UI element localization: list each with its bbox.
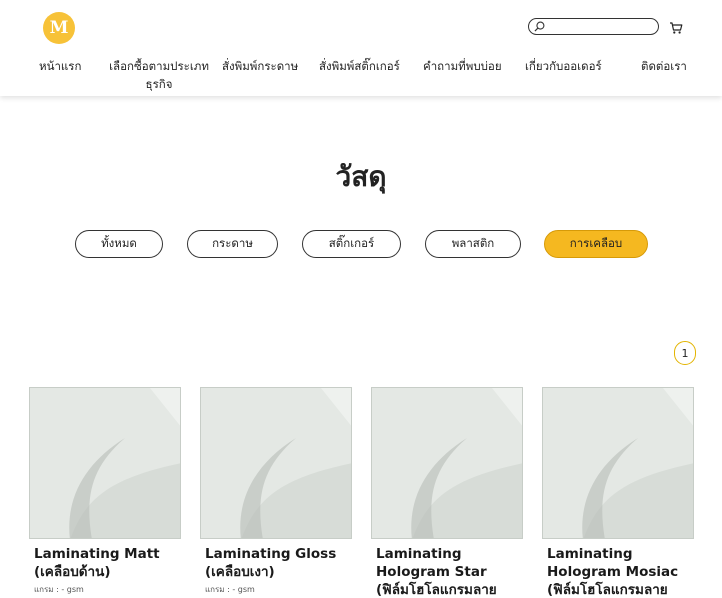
nav-faq[interactable]: คำถามที่พบบ่อย (423, 57, 502, 75)
site-logo[interactable]: M (43, 12, 75, 44)
product-card[interactable]: Laminating Matt (เคลือบด้าน) แกรม : - gs… (29, 387, 181, 596)
nav-sticker-printing[interactable]: สั่งพิมพ์สติ๊กเกอร์ (319, 57, 400, 75)
site-header: M หน้าแรก เลือกซื้อตามประเภทธุรกิจ สั่งพ… (0, 0, 722, 96)
product-card[interactable]: Laminating Hologram Star (ฟิล์มโฮโลแกรมล… (371, 387, 523, 598)
search-input[interactable] (549, 20, 653, 33)
search-icon[interactable] (534, 21, 545, 32)
nav-shop-by-business[interactable]: เลือกซื้อตามประเภทธุรกิจ (109, 57, 209, 93)
product-image[interactable] (29, 387, 181, 539)
nav-about-order[interactable]: เกี่ยวกับออเดอร์ (525, 57, 602, 75)
product-name[interactable]: Laminating Gloss (เคลือบเงา) (200, 545, 350, 581)
filter-sticker[interactable]: สติ๊กเกอร์ (302, 230, 401, 258)
product-meta: แกรม : - gsm (205, 585, 255, 594)
filter-plastic[interactable]: พลาสติก (425, 230, 521, 258)
product-image[interactable] (200, 387, 352, 539)
product-name[interactable]: Laminating Hologram Mosiac (ฟิล์มโฮโลแกร… (542, 545, 692, 598)
filter-paper[interactable]: กระดาษ (187, 230, 278, 258)
filter-coating[interactable]: การเคลือบ (544, 230, 648, 258)
cart-icon[interactable] (669, 21, 683, 35)
filter-all[interactable]: ทั้งหมด (75, 230, 163, 258)
product-card[interactable]: Laminating Gloss (เคลือบเงา) แกรม : - gs… (200, 387, 352, 596)
product-card[interactable]: Laminating Hologram Mosiac (ฟิล์มโฮโลแกร… (542, 387, 694, 598)
nav-paper-printing[interactable]: สั่งพิมพ์กระดาษ (222, 57, 298, 75)
logo-letter: M (49, 18, 69, 38)
product-name[interactable]: Laminating Hologram Star (ฟิล์มโฮโลแกรมล… (371, 545, 521, 598)
product-meta: แกรม : - gsm (34, 585, 84, 594)
nav-contact[interactable]: ติดต่อเรา (641, 57, 687, 75)
search-box[interactable] (528, 18, 659, 35)
product-name[interactable]: Laminating Matt (เคลือบด้าน) (29, 545, 179, 581)
nav-home[interactable]: หน้าแรก (39, 57, 81, 75)
page-title: วัสดุ (335, 160, 387, 193)
page-number-button[interactable]: 1 (674, 341, 696, 365)
product-image[interactable] (542, 387, 694, 539)
product-image[interactable] (371, 387, 523, 539)
